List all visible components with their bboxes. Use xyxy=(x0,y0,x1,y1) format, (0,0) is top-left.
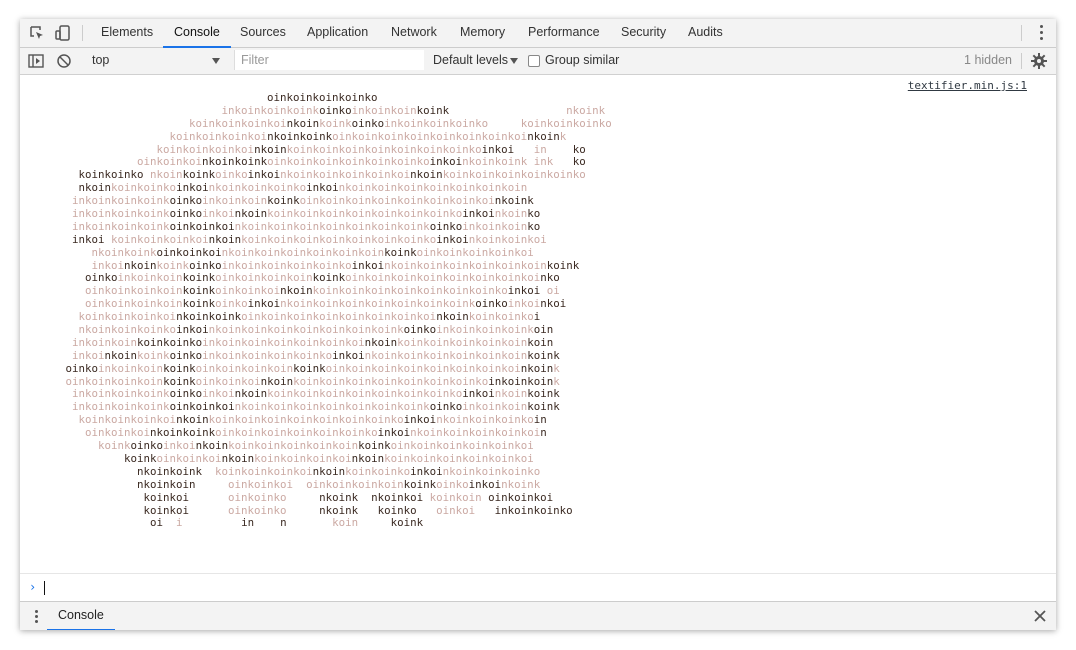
inspect-element-icon[interactable] xyxy=(28,24,46,42)
console-output: textifier.min.js:1 oinkoinkoinkoinko ink… xyxy=(20,75,1056,573)
source-link[interactable]: textifier.min.js:1 xyxy=(908,79,1027,92)
tab-application[interactable]: Application xyxy=(307,19,368,47)
toolbar-divider xyxy=(1021,53,1022,69)
drawer-bar: Console xyxy=(20,601,1056,630)
group-similar-checkbox[interactable] xyxy=(528,55,540,67)
clear-console-icon[interactable] xyxy=(55,52,73,70)
toolbar-divider xyxy=(82,25,83,41)
close-icon[interactable] xyxy=(1034,610,1046,622)
gear-icon[interactable] xyxy=(1030,52,1048,70)
hidden-messages-count: 1 hidden xyxy=(964,53,1012,67)
console-prompt[interactable]: › xyxy=(20,573,1056,602)
tab-network[interactable]: Network xyxy=(391,19,437,47)
devtools-tabbar: Elements Console Sources Application Net… xyxy=(20,19,1056,48)
tab-sources[interactable]: Sources xyxy=(240,19,286,47)
tab-elements[interactable]: Elements xyxy=(101,19,153,47)
tab-performance[interactable]: Performance xyxy=(528,19,600,47)
tab-audits[interactable]: Audits xyxy=(688,19,723,47)
chevron-down-icon xyxy=(212,58,220,64)
devtools-window: Elements Console Sources Application Net… xyxy=(20,19,1056,630)
toolbar-divider xyxy=(1021,25,1022,41)
console-toolbar: top Default levels Group similar 1 hidde… xyxy=(20,48,1056,75)
chevron-right-icon: › xyxy=(29,580,37,594)
tab-console[interactable]: Console xyxy=(163,19,231,48)
device-toolbar-icon[interactable] xyxy=(54,24,72,42)
ascii-art-pig: oinkoinkoinkoinko inkoinkoinkoinkoinkoin… xyxy=(20,91,612,530)
text-caret xyxy=(44,581,45,595)
chevron-down-icon xyxy=(510,58,518,64)
ascii-art-line: oi i in n koin koink xyxy=(150,516,424,530)
log-levels-dropdown[interactable]: Default levels xyxy=(433,48,508,74)
more-vert-icon[interactable] xyxy=(1040,25,1044,41)
tab-memory[interactable]: Memory xyxy=(460,19,505,47)
context-selector[interactable]: top xyxy=(92,48,224,74)
tab-security[interactable]: Security xyxy=(621,19,666,47)
filter-input[interactable] xyxy=(234,50,424,70)
group-similar-label: Group similar xyxy=(545,53,620,67)
sidebar-toggle-icon[interactable] xyxy=(27,52,45,70)
drawer-menu-icon[interactable] xyxy=(35,610,39,624)
drawer-tab-console[interactable]: Console xyxy=(47,602,115,630)
